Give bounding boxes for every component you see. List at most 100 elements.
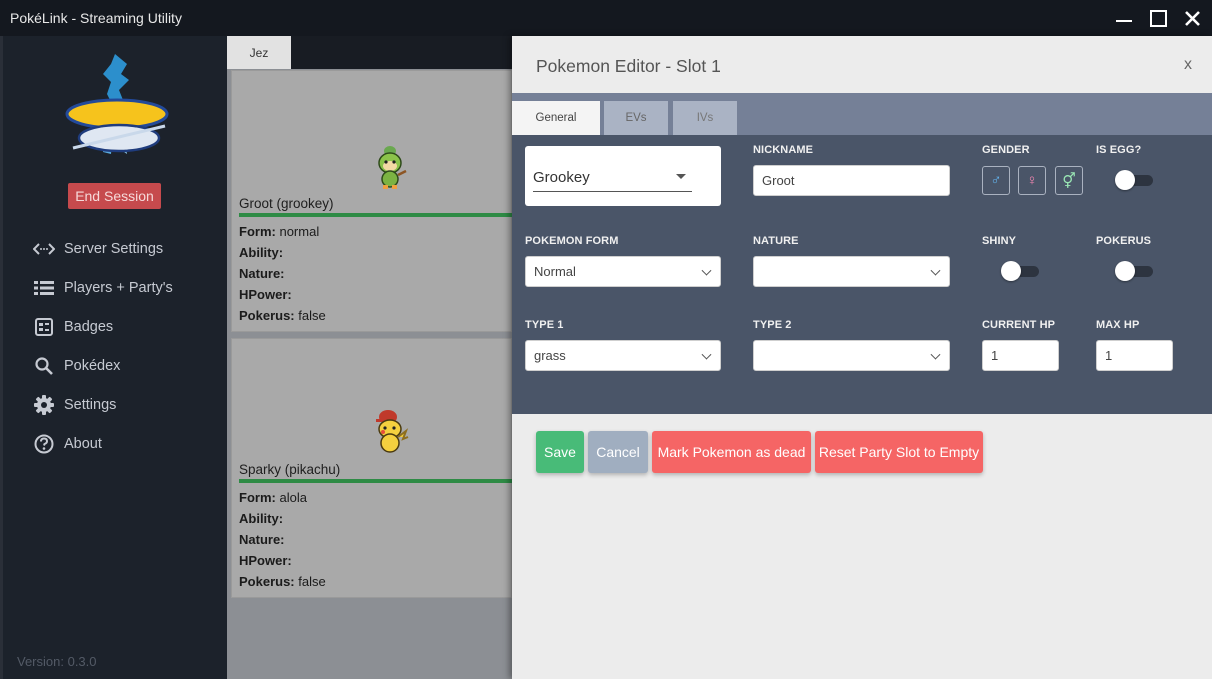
female-icon: ♀ — [1026, 172, 1038, 189]
sidebar-item-label: Server Settings — [64, 240, 164, 257]
pokerus-toggle[interactable] — [1115, 261, 1153, 281]
male-icon: ♂ — [990, 172, 1002, 189]
sidebar-item-players[interactable]: Players + Party's — [3, 268, 227, 307]
form-stat: Form: alola — [239, 490, 307, 505]
type1-value: grass — [534, 348, 566, 363]
gender-male-button[interactable]: ♂ — [982, 166, 1010, 195]
is-egg-label: IS EGG? — [1096, 144, 1142, 156]
party-card[interactable]: Sparky (pikachu) Form: alola Ability: Na… — [231, 338, 513, 598]
sidebar: End Session Server Settings Players + Pa… — [3, 36, 227, 679]
hpower-stat: HPower: — [239, 287, 292, 302]
species-select[interactable]: Grookey — [533, 163, 692, 192]
grookey-sprite — [378, 146, 407, 189]
badge-card-icon — [33, 316, 55, 338]
list-icon — [33, 277, 55, 299]
sidebar-item-label: Settings — [64, 396, 117, 413]
minimize-icon — [1116, 20, 1132, 22]
gear-icon — [33, 394, 55, 416]
close-window-button[interactable] — [1182, 8, 1202, 28]
stat-label: HPower: — [239, 553, 292, 568]
stat-label: Form: — [239, 224, 276, 239]
stat-label: HPower: — [239, 287, 292, 302]
stat-label: Ability: — [239, 245, 284, 260]
reset-slot-button[interactable]: Reset Party Slot to Empty — [815, 431, 983, 473]
editor-title: Pokemon Editor - Slot 1 — [536, 56, 721, 76]
nickname-field[interactable]: Groot — [753, 165, 950, 196]
toggle-knob — [1115, 170, 1135, 190]
max-hp-label: MAX HP — [1096, 319, 1140, 331]
nature-stat: Nature: — [239, 266, 285, 281]
sidebar-item-about[interactable]: About — [3, 424, 227, 463]
type1-select[interactable]: grass — [525, 340, 721, 371]
tab-evs[interactable]: EVs — [604, 101, 668, 135]
pokerus-label: POKERUS — [1096, 235, 1152, 247]
sidebar-item-badges[interactable]: Badges — [3, 307, 227, 346]
nature-label: NATURE — [753, 235, 799, 247]
hp-bar — [239, 213, 513, 217]
pokemon-editor-panel: Pokemon Editor - Slot 1 x General EVs IV… — [512, 36, 1212, 679]
gender-genderless-button[interactable]: ⚥ — [1055, 166, 1083, 195]
minimize-button[interactable] — [1114, 8, 1134, 28]
nickname-value: Groot — [762, 173, 795, 188]
sidebar-item-pokedex[interactable]: Pokédex — [3, 346, 227, 385]
stat-label: Pokerus: — [239, 308, 295, 323]
gender-female-button[interactable]: ♀ — [1018, 166, 1046, 195]
ability-stat: Ability: — [239, 245, 283, 260]
dropdown-triangle-icon — [676, 174, 686, 179]
maximize-icon — [1149, 9, 1167, 27]
max-hp-field[interactable]: 1 — [1096, 340, 1173, 371]
toggle-knob — [1115, 261, 1135, 281]
sidebar-item-server-settings[interactable]: Server Settings — [3, 229, 227, 268]
pikachu-sprite — [376, 410, 409, 453]
max-hp-value: 1 — [1105, 348, 1113, 363]
cancel-button[interactable]: Cancel — [588, 431, 648, 473]
form-select[interactable]: Normal — [525, 256, 721, 287]
stat-value: normal — [279, 224, 320, 239]
stat-value: alola — [279, 490, 307, 505]
general-form: Grookey NICKNAME Groot GENDER ♂ ♀ ⚥ IS E… — [512, 135, 1212, 414]
mark-dead-button[interactable]: Mark Pokemon as dead — [652, 431, 811, 473]
maximize-button[interactable] — [1148, 8, 1168, 28]
chevron-down-icon — [701, 265, 712, 276]
type2-select[interactable] — [753, 340, 950, 371]
sidebar-item-label: Players + Party's — [64, 279, 173, 296]
nickname-label: NICKNAME — [753, 144, 814, 156]
search-icon — [33, 355, 55, 377]
stat-value: false — [298, 308, 326, 323]
stat-value: false — [298, 574, 326, 589]
editor-tabs: General EVs IVs — [512, 93, 1212, 135]
nature-select[interactable] — [753, 256, 950, 287]
tab-player[interactable]: Jez — [227, 36, 291, 69]
tab-ivs[interactable]: IVs — [673, 101, 737, 135]
toggle-knob — [1001, 261, 1021, 281]
party-card[interactable]: Groot (grookey) Form: normal Ability: Na… — [231, 70, 513, 332]
pokemon-sword-logo — [65, 54, 169, 154]
sidebar-item-label: Badges — [64, 318, 114, 335]
shiny-toggle[interactable] — [1001, 261, 1039, 281]
pokemon-name: Sparky (pikachu) — [239, 462, 341, 477]
stat-label: Form: — [239, 490, 276, 505]
chevron-down-icon — [930, 265, 941, 276]
current-hp-field[interactable]: 1 — [982, 340, 1059, 371]
form-label: POKEMON FORM — [525, 235, 619, 247]
current-hp-value: 1 — [991, 348, 999, 363]
save-button[interactable]: Save — [536, 431, 584, 473]
window-title: PokéLink - Streaming Utility — [10, 10, 182, 26]
version-label: Version: 0.3.0 — [17, 654, 97, 669]
player-tabs: Jez — [227, 36, 512, 69]
shiny-label: SHINY — [982, 235, 1017, 247]
tab-general[interactable]: General — [512, 101, 600, 135]
stat-label: Nature: — [239, 266, 285, 281]
current-hp-label: CURRENT HP — [982, 319, 1056, 331]
sidebar-item-label: About — [64, 435, 102, 452]
close-icon — [1184, 10, 1200, 26]
is-egg-toggle[interactable] — [1115, 170, 1153, 190]
hp-bar — [239, 479, 513, 483]
form-stat: Form: normal — [239, 224, 319, 239]
sidebar-item-settings[interactable]: Settings — [3, 385, 227, 424]
close-editor-button[interactable]: x — [1184, 56, 1192, 74]
title-bar: PokéLink - Streaming Utility — [0, 0, 1212, 36]
pokemon-name: Groot (grookey) — [239, 196, 334, 211]
stat-label: Nature: — [239, 532, 285, 547]
end-session-button[interactable]: End Session — [68, 183, 161, 209]
